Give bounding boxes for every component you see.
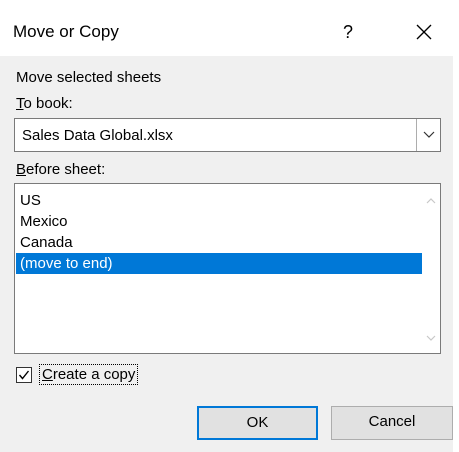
to-book-label-rest: o book: — [23, 95, 73, 112]
move-selected-sheets-label: Move selected sheets — [16, 69, 162, 86]
chevron-down-icon — [426, 335, 436, 341]
before-sheet-label: Before sheet: — [16, 161, 105, 178]
list-item-us[interactable]: US — [16, 190, 424, 211]
cancel-button[interactable]: Cancel — [331, 406, 453, 440]
to-book-dropdown[interactable]: Sales Data Global.xlsx — [14, 118, 441, 152]
close-icon — [416, 24, 432, 40]
dropdown-arrow-button[interactable] — [416, 119, 440, 151]
close-button[interactable] — [396, 12, 452, 52]
chevron-down-icon — [423, 131, 434, 138]
move-or-copy-dialog: Move or Copy ? Move selected sheets To b… — [0, 0, 459, 452]
to-book-mnemonic: T — [16, 95, 24, 112]
list-item-canada[interactable]: Canada — [16, 232, 424, 253]
scroll-up-button[interactable] — [422, 194, 440, 208]
help-button[interactable]: ? — [318, 12, 378, 52]
dialog-title: Move or Copy — [13, 22, 119, 41]
listbox-scrollbar[interactable] — [422, 184, 440, 353]
ok-button[interactable]: OK — [197, 406, 318, 440]
chevron-up-icon — [426, 198, 436, 204]
scroll-down-button[interactable] — [422, 331, 440, 345]
create-copy-checkbox[interactable] — [16, 367, 32, 383]
before-sheet-mnemonic: B — [16, 161, 27, 178]
before-sheet-listbox[interactable]: US Mexico Canada (move to end) — [14, 183, 441, 354]
to-book-label: To book: — [16, 95, 73, 112]
list-item-move-to-end[interactable]: (move to end) — [16, 253, 424, 274]
window-right-edge — [453, 56, 459, 452]
create-copy-label-rest: reate a copy — [52, 366, 136, 383]
before-sheet-label-rest: efore sheet: — [26, 161, 106, 178]
checkmark-icon — [18, 370, 30, 380]
list-item-mexico[interactable]: Mexico — [16, 211, 424, 232]
help-icon: ? — [342, 22, 353, 42]
to-book-value: Sales Data Global.xlsx — [22, 127, 173, 144]
title-bar[interactable]: Move or Copy ? — [0, 6, 459, 56]
create-copy-mnemonic: C — [42, 366, 53, 383]
sheet-list: US Mexico Canada (move to end) — [16, 190, 424, 274]
create-copy-label[interactable]: Create a copy — [39, 364, 139, 385]
